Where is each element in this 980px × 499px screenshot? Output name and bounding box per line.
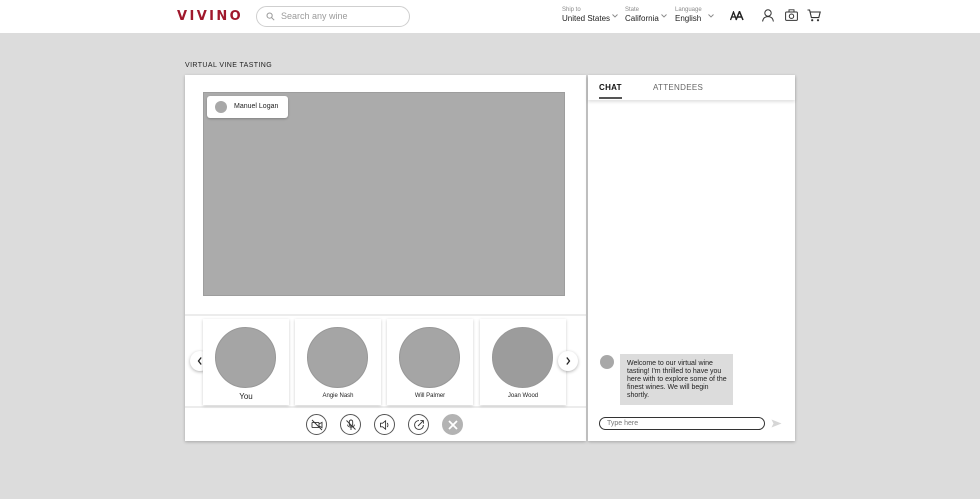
top-header: VIVINO Search any wine Ship to United St… (0, 0, 980, 33)
cart-icon[interactable] (807, 9, 821, 22)
state-label: State (625, 7, 640, 13)
participant-name: Joan Wood (507, 393, 539, 399)
chevron-down-icon (612, 14, 618, 18)
chat-message: Welcome to our virtual wine tasting! I'm… (620, 354, 733, 405)
text-size-icon[interactable] (730, 11, 744, 21)
chat-input-placeholder: Type here (607, 420, 639, 427)
state-value: California (625, 14, 659, 23)
participant-name: You (239, 392, 253, 401)
participant-avatar (399, 327, 460, 388)
search-placeholder: Search any wine (281, 11, 348, 21)
language-value: English (675, 14, 702, 23)
search-icon (266, 12, 275, 21)
tab-chat[interactable]: CHAT (599, 83, 622, 92)
next-button[interactable] (558, 351, 578, 371)
vivino-logo[interactable]: VIVINO (177, 9, 243, 24)
participant-avatar (215, 327, 276, 388)
chat-tabs: CHAT ATTENDEES (588, 75, 795, 100)
ship-to-value: United States (562, 14, 611, 23)
share-icon (414, 420, 424, 430)
camera-icon[interactable] (785, 9, 798, 21)
user-icon[interactable] (762, 9, 774, 22)
speaker-button[interactable] (374, 414, 395, 435)
avatar (600, 355, 614, 369)
participant-tile[interactable]: Will Palmer (387, 319, 473, 405)
mic-toggle-button[interactable] (340, 414, 361, 435)
presenter-name: Manuel Logan (234, 103, 279, 110)
participant-name: Will Palmer (414, 393, 446, 399)
chat-input[interactable]: Type here (599, 417, 765, 430)
participant-tile[interactable]: You (203, 319, 289, 405)
ship-to-select[interactable]: Ship to United States (562, 7, 618, 23)
participants-strip: You Angie Nash Will Palmer Joan Wood (185, 314, 586, 408)
participant-tile[interactable]: Angie Nash (295, 319, 381, 405)
call-controls (185, 414, 586, 438)
participant-avatar (307, 327, 368, 388)
active-tab-indicator (599, 97, 622, 99)
chevron-down-icon (661, 14, 667, 18)
end-call-button[interactable] (442, 414, 463, 435)
participant-avatar (492, 327, 553, 388)
search-input[interactable]: Search any wine (256, 6, 410, 27)
send-icon[interactable] (771, 419, 782, 428)
share-button[interactable] (408, 414, 429, 435)
page-title: VIRTUAL VINE TASTING (185, 62, 273, 69)
language-label: Language (675, 7, 702, 13)
close-icon (448, 420, 458, 430)
chat-panel: CHAT ATTENDEES Welcome to our virtual wi… (588, 75, 795, 441)
language-select[interactable]: Language English (675, 7, 714, 23)
avatar (215, 101, 227, 113)
presenter-chip: Manuel Logan (207, 96, 288, 118)
tab-attendees[interactable]: ATTENDEES (653, 83, 703, 92)
chevron-right-icon (566, 357, 571, 365)
participant-name: Angie Nash (322, 393, 354, 399)
chevron-down-icon (708, 14, 714, 18)
video-off-icon (311, 419, 323, 431)
speaker-icon (380, 419, 389, 431)
participant-tile[interactable]: Joan Wood (480, 319, 566, 405)
video-call-card: Manuel Logan You Angie Nash Will Palmer … (185, 75, 586, 441)
ship-to-label: Ship to (562, 7, 581, 13)
state-select[interactable]: State California (625, 7, 667, 23)
mic-off-icon (346, 419, 356, 430)
main-video (203, 92, 565, 296)
video-toggle-button[interactable] (306, 414, 327, 435)
